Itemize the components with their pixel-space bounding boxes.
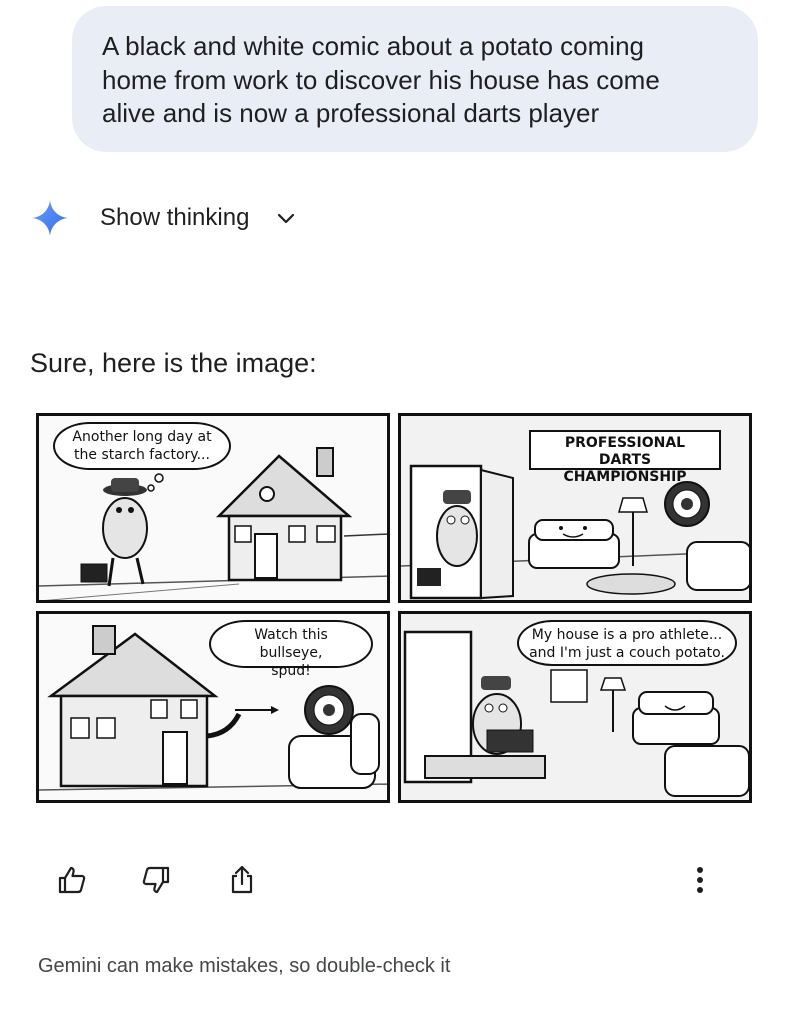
disclaimer-text: Gemini can make mistakes, so double-chec… — [38, 955, 451, 977]
panel-4-caption-line-2: and I'm just a couch potato. — [529, 645, 725, 661]
generated-comic-image[interactable]: Another long day at the starch factory..… — [36, 413, 754, 805]
panel-4-caption-bubble: My house is a pro athlete... and I'm jus… — [517, 620, 737, 666]
panel-4-caption-line-1: My house is a pro athlete... — [531, 627, 723, 643]
show-thinking-label[interactable]: Show thinking — [100, 204, 249, 232]
comic-panel-4: My house is a pro athlete... and I'm jus… — [398, 611, 752, 803]
prompt-line-1: A black and white comic about a potato c… — [102, 31, 644, 61]
panel-1-caption-line-1: Another long day at — [72, 429, 212, 445]
comic-panel-1: Another long day at the starch factory..… — [36, 413, 390, 603]
panel-3-speech-line-1: Watch this bullseye, — [254, 627, 328, 661]
panel-2-banner: PROFESSIONAL DARTS CHAMPIONSHIP — [529, 430, 721, 485]
thumbs-down-icon — [142, 866, 170, 894]
more-options-button[interactable] — [680, 860, 720, 900]
panel-1-thought-bubble: Another long day at the starch factory..… — [53, 422, 231, 470]
panel-1-caption-line-2: the starch factory... — [74, 447, 210, 463]
share-icon — [231, 865, 253, 894]
share-button[interactable] — [222, 860, 262, 900]
prompt-line-3: alive and is now a professional darts pl… — [102, 98, 600, 128]
show-thinking-toggle[interactable]: Show thinking — [30, 196, 295, 240]
thumbs-up-icon — [58, 866, 86, 894]
panel-2-banner-line-1: PROFESSIONAL DARTS — [564, 435, 686, 468]
panel-3-speech-bubble: Watch this bullseye, spud! — [209, 620, 373, 679]
panel-2-banner-line-2: CHAMPIONSHIP — [563, 469, 687, 485]
user-prompt-bubble: A black and white comic about a potato c… — [72, 6, 758, 152]
thumbs-up-button[interactable] — [52, 860, 92, 900]
chevron-down-icon[interactable] — [276, 212, 296, 226]
thumbs-down-button[interactable] — [136, 860, 176, 900]
response-intro: Sure, here is the image: — [30, 348, 317, 378]
comic-panel-3: Watch this bullseye, spud! — [36, 611, 390, 803]
prompt-line-2: home from work to discover his house has… — [102, 64, 660, 95]
more-vertical-icon — [697, 867, 703, 893]
response-actions — [0, 860, 788, 904]
sparkle-icon — [32, 200, 68, 236]
comic-panel-2: PROFESSIONAL DARTS CHAMPIONSHIP — [398, 413, 752, 603]
panel-3-speech-line-2: spud! — [271, 663, 311, 679]
